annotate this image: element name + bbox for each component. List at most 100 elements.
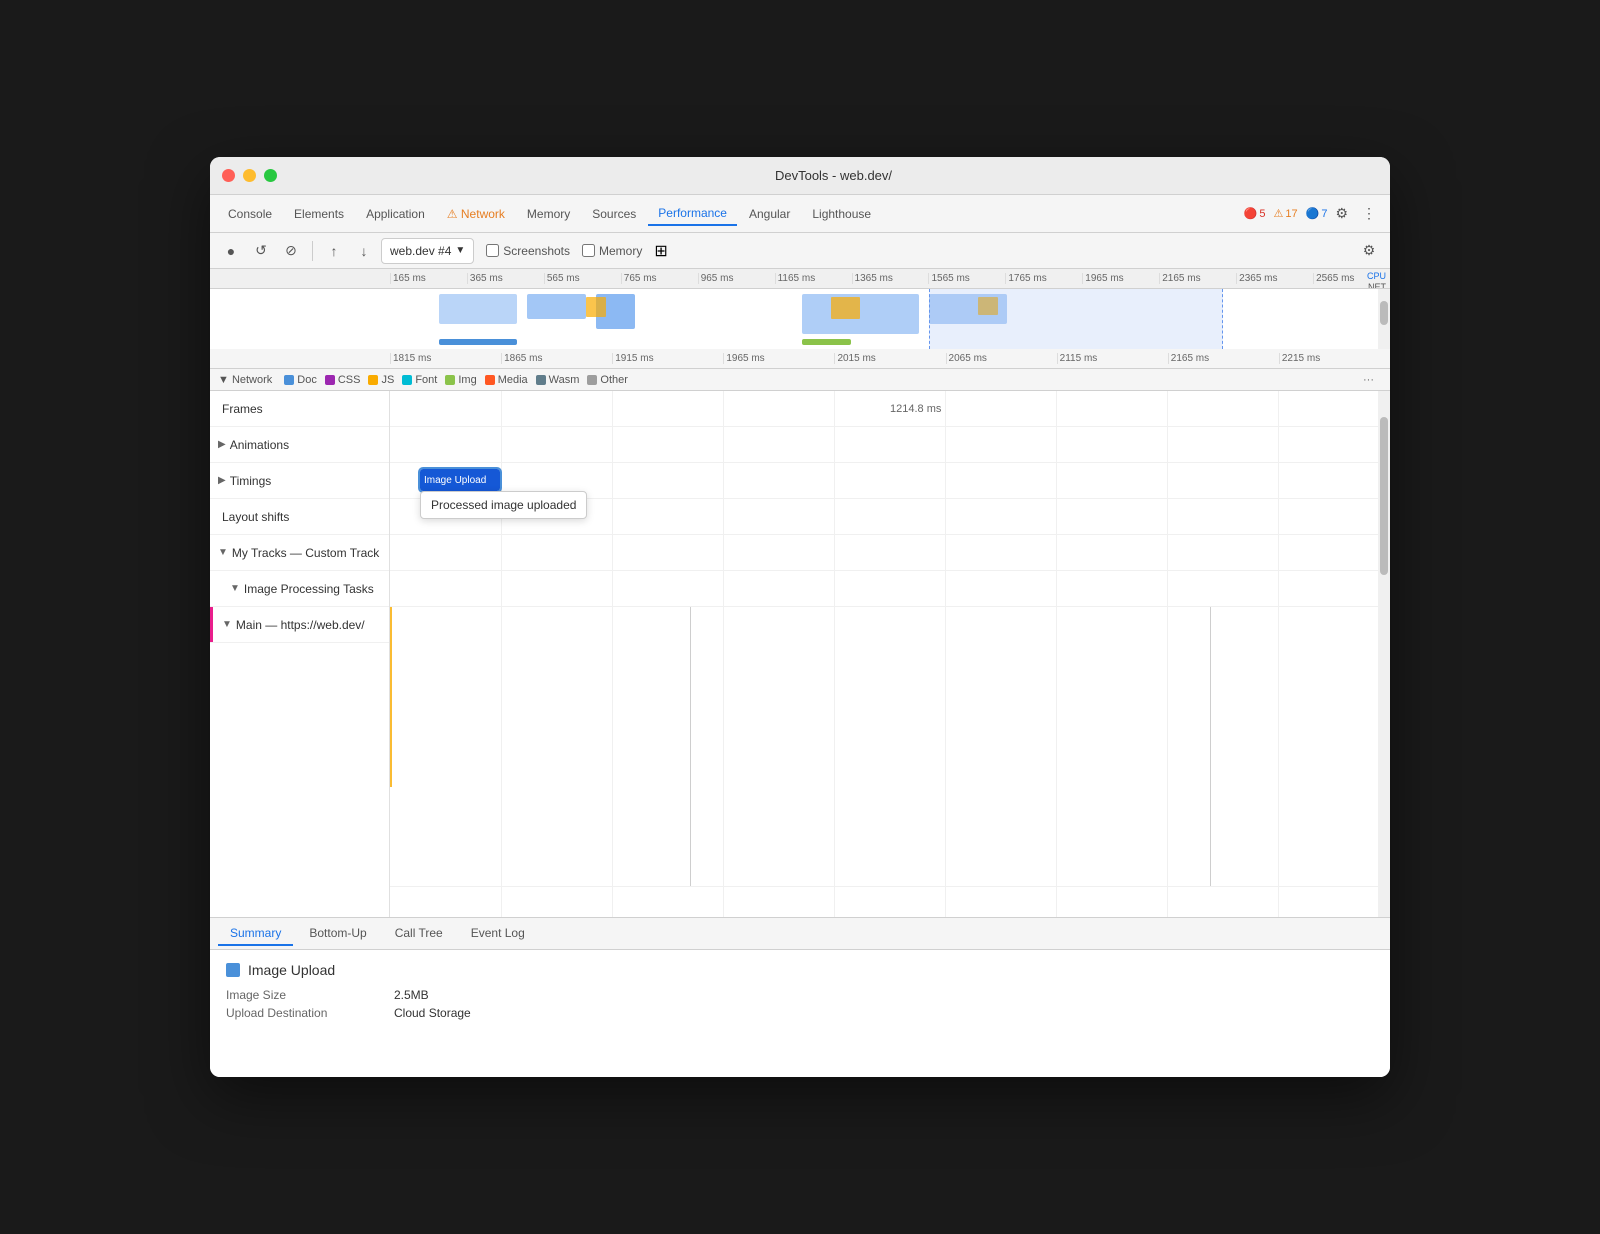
minimap-content (390, 289, 1370, 349)
ruler2-mark-2: 1915 ms (612, 353, 723, 364)
download-button[interactable]: ↓ (351, 238, 377, 264)
main-content: Frames ▶ Animations ▶ Timings Layout shi… (210, 391, 1390, 917)
tab-memory[interactable]: Memory (517, 203, 580, 225)
summary-event-title: Image Upload (248, 962, 335, 978)
upload-button[interactable]: ↑ (321, 238, 347, 264)
main-empty-rows (210, 643, 389, 917)
main-timeline-row (390, 607, 1390, 887)
image-upload-bar[interactable]: Image Upload (420, 469, 500, 491)
image-processing-toggle: ▼ (230, 583, 240, 594)
record-button[interactable]: ● (218, 238, 244, 264)
v-marker-yellow-2 (390, 707, 392, 787)
track-animations[interactable]: ▶ Animations (210, 427, 389, 463)
ruler-mark-3: 765 ms (621, 273, 698, 284)
summary-title: Image Upload (226, 962, 1374, 978)
timeline-scrollbar-thumb[interactable] (1380, 417, 1388, 575)
traffic-lights (222, 169, 277, 182)
filmstrip-icon[interactable]: ⊞ (654, 241, 667, 261)
legend-css: CSS (325, 374, 361, 386)
error-badge: 🔴 5 (1244, 207, 1266, 220)
js-spike-2 (831, 297, 860, 319)
devtools-window: DevTools - web.dev/ Console Elements App… (210, 157, 1390, 1077)
tab-console[interactable]: Console (218, 203, 282, 225)
tab-sources[interactable]: Sources (582, 203, 646, 225)
tab-angular[interactable]: Angular (739, 203, 800, 225)
separator-1 (312, 241, 313, 261)
legend-js-dot (368, 375, 378, 385)
legend-font-dot (402, 375, 412, 385)
track-main[interactable]: ▼ Main — https://web.dev/ (210, 607, 389, 643)
ruler-mark-1: 365 ms (467, 273, 544, 284)
track-layout-shifts[interactable]: Layout shifts (210, 499, 389, 535)
tab-summary[interactable]: Summary (218, 922, 293, 946)
timings-toggle: ▶ (218, 475, 226, 486)
tab-network[interactable]: ⚠ ▼ Network Network (437, 203, 515, 225)
session-select[interactable]: web.dev #4 ▼ (381, 238, 474, 264)
legend-media: Media (485, 374, 528, 386)
timeline-minimap[interactable] (210, 289, 1390, 349)
network-collapse-toggle[interactable]: ▼ Network (218, 374, 272, 386)
ruler2-mark-6: 2115 ms (1057, 353, 1168, 364)
track-timeline[interactable]: 1214.8 ms Image Upload Processed image u… (390, 391, 1390, 917)
minimap-scrollbar[interactable] (1378, 289, 1390, 349)
tab-event-log[interactable]: Event Log (459, 922, 537, 946)
minimize-button[interactable] (243, 169, 256, 182)
summary-label-0: Image Size (226, 988, 386, 1002)
timeline-ruler-top: 165 ms 365 ms 565 ms 765 ms 965 ms 1165 … (210, 269, 1390, 289)
timeline-scrollbar[interactable] (1378, 391, 1390, 917)
tab-performance[interactable]: Performance (648, 202, 737, 226)
ruler-mark-9: 1965 ms (1082, 273, 1159, 284)
screenshots-checkbox[interactable]: Screenshots (486, 244, 570, 258)
track-custom-track[interactable]: ▼ My Tracks — Custom Track (210, 535, 389, 571)
timeline-ruler-bottom: 1815 ms 1865 ms 1915 ms 1965 ms 2015 ms … (210, 349, 1390, 369)
scrollbar-thumb[interactable] (1380, 301, 1388, 325)
frames-time-label: 1214.8 ms (890, 403, 941, 415)
reload-button[interactable]: ↺ (248, 238, 274, 264)
warning-badge: ⚠ 17 (1273, 207, 1297, 220)
v-marker-1 (690, 607, 691, 886)
memory-checkbox[interactable]: Memory (582, 244, 642, 258)
toolbar: ● ↺ ⊘ ↑ ↓ web.dev #4 ▼ Screenshots Memor… (210, 233, 1390, 269)
maximize-button[interactable] (264, 169, 277, 182)
net-bar-2 (802, 339, 851, 345)
close-button[interactable] (222, 169, 235, 182)
track-labels: Frames ▶ Animations ▶ Timings Layout shi… (210, 391, 390, 917)
ruler2-mark-3: 1965 ms (723, 353, 834, 364)
frames-label: Frames (222, 402, 263, 416)
summary-color-indicator (226, 963, 240, 977)
legend-font: Font (402, 374, 437, 386)
more-icon[interactable]: ⋮ (1356, 201, 1382, 226)
bottom-panel: Summary Bottom-Up Call Tree Event Log Im… (210, 917, 1390, 1077)
image-upload-label: Image Upload (424, 475, 486, 486)
clear-button[interactable]: ⊘ (278, 238, 304, 264)
animations-label: Animations (230, 438, 289, 452)
track-timings[interactable]: ▶ Timings (210, 463, 389, 499)
legend-other: Other (587, 374, 628, 386)
track-frames[interactable]: Frames (210, 391, 389, 427)
legend-css-dot (325, 375, 335, 385)
toolbar-settings-button[interactable]: ⚙ (1356, 238, 1382, 264)
net-label: NET (1368, 282, 1386, 289)
image-processing-label: Image Processing Tasks (244, 582, 374, 596)
animations-toggle: ▶ (218, 439, 226, 450)
tab-lighthouse[interactable]: Lighthouse (802, 203, 881, 225)
cpu-label: CPU (1367, 271, 1386, 281)
ruler2-mark-4: 2015 ms (834, 353, 945, 364)
ruler-mark-7: 1565 ms (928, 273, 1005, 284)
tab-application[interactable]: Application (356, 203, 435, 225)
ruler-mark-6: 1365 ms (852, 273, 929, 284)
tab-call-tree[interactable]: Call Tree (383, 922, 455, 946)
summary-table: Image Size 2.5MB Upload Destination Clou… (226, 988, 1374, 1020)
main-pink-border (210, 607, 213, 642)
animations-timeline-row (390, 427, 1390, 463)
v-marker-2 (1210, 607, 1211, 886)
settings-icon[interactable]: ⚙ (1329, 201, 1354, 226)
ruler-mark-5: 1165 ms (775, 273, 852, 284)
chevron-down-icon: ▼ (455, 245, 465, 256)
ruler-mark-2: 565 ms (544, 273, 621, 284)
track-image-processing[interactable]: ▼ Image Processing Tasks (210, 571, 389, 607)
ruler-mark-8: 1765 ms (1005, 273, 1082, 284)
tab-elements[interactable]: Elements (284, 203, 354, 225)
tab-bottom-up[interactable]: Bottom-Up (297, 922, 378, 946)
ellipsis: ··· (1363, 374, 1374, 386)
